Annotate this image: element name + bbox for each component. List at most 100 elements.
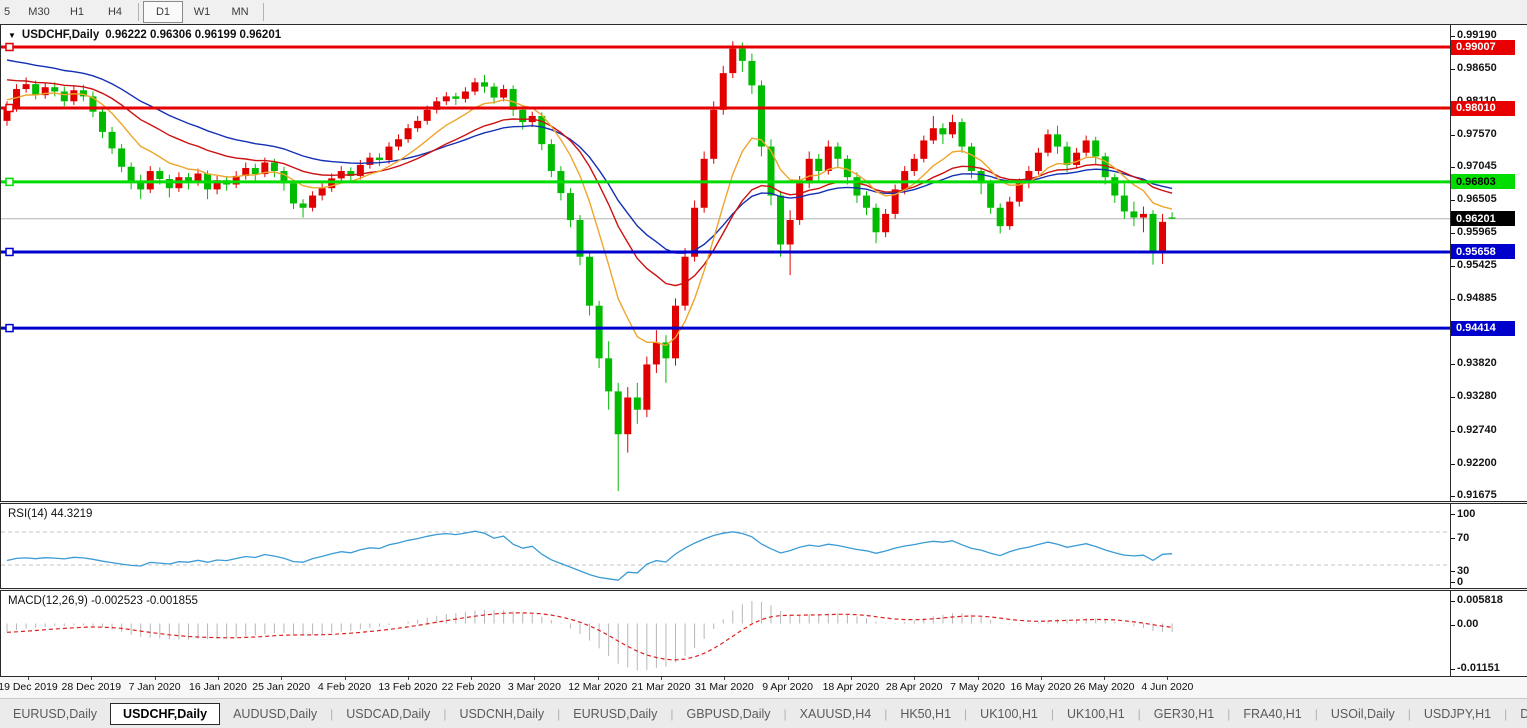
chart-tab-fra40[interactable]: FRA40,H1: [1230, 703, 1314, 725]
candle-down: [108, 131, 116, 149]
macd-tick-label: 0.005818: [1457, 593, 1503, 606]
candle-up: [442, 96, 450, 102]
timeframe-button-h4[interactable]: H4: [96, 2, 134, 22]
date-label: 21 Mar 2020: [631, 681, 691, 693]
chart-tab-usdcad[interactable]: USDCAD,Daily: [333, 703, 443, 725]
date-tick-mark: [281, 677, 283, 680]
hline-handle[interactable]: [5, 177, 14, 187]
main-chart-panel[interactable]: ▼ USDCHF,Daily 0.96222 0.96306 0.96199 0…: [0, 24, 1451, 502]
chart-tab-dj30[interactable]: DJ30,H1: [1507, 703, 1527, 725]
rsi-line: [6, 530, 1173, 581]
timeframe-button-d1[interactable]: D1: [143, 1, 183, 23]
macd-chart-canvas[interactable]: [1, 591, 1450, 676]
date-label: 4 Feb 2020: [317, 681, 372, 693]
hline-handle[interactable]: [5, 247, 14, 257]
candlestick-chart-canvas[interactable]: [1, 25, 1450, 501]
date-label: 26 May 2020: [1073, 681, 1135, 693]
chart-tab-usdjpy[interactable]: USDJPY,H1: [1411, 703, 1504, 725]
candle-up: [70, 90, 78, 102]
chart-dropdown-icon[interactable]: ▼: [8, 31, 16, 40]
date-tick-mark: [534, 677, 536, 680]
date-tick-mark: [597, 677, 599, 680]
candle-down: [1120, 195, 1128, 212]
date-label: 22 Feb 2020: [441, 681, 501, 693]
candle-up: [929, 128, 937, 141]
candle-down: [1092, 140, 1100, 157]
rsi-tick-mark: [1451, 571, 1455, 572]
candle-up: [414, 120, 422, 129]
candle-down: [1168, 217, 1176, 219]
candle-up: [1082, 140, 1090, 153]
rsi-panel[interactable]: RSI(14) 44.3219: [0, 503, 1451, 589]
chart-tab-eurusd[interactable]: EURUSD,Daily: [560, 703, 670, 725]
price-tick-mark: [1451, 299, 1455, 301]
candle-down: [1130, 211, 1138, 218]
chart-tab-gbpusd[interactable]: GBPUSD,Daily: [673, 703, 783, 725]
timeframe-button-5[interactable]: 5: [0, 2, 20, 22]
price-tick-mark: [1451, 167, 1455, 169]
price-tick-mark: [1451, 430, 1455, 432]
candle-down: [834, 146, 842, 159]
candle-down: [99, 111, 106, 132]
candle-down: [156, 171, 164, 180]
date-tick-mark: [1104, 677, 1106, 680]
candle-up: [910, 158, 918, 172]
date-tick-mark: [914, 677, 916, 680]
chart-tab-xauusd[interactable]: XAUUSD,H4: [787, 703, 885, 725]
candle-up: [824, 146, 832, 172]
price-tick-mark: [1451, 200, 1455, 202]
candle-up: [882, 213, 890, 233]
chart-tab-audusd[interactable]: AUDUSD,Daily: [220, 703, 330, 725]
timeframe-button-w1[interactable]: W1: [183, 2, 221, 22]
price-tick-label: 0.95425: [1457, 259, 1497, 272]
macd-panel[interactable]: MACD(12,26,9) -0.002523 -0.001855: [0, 590, 1451, 677]
timeframe-button-mn[interactable]: MN: [221, 2, 259, 22]
candle-down: [290, 183, 297, 204]
macd-label: MACD(12,26,9) -0.002523 -0.001855: [8, 595, 198, 607]
chart-tab-uk100[interactable]: UK100,H1: [1054, 703, 1138, 725]
date-label: 9 Apr 2020: [762, 681, 813, 693]
date-tick-mark: [787, 677, 789, 680]
chart-tab-eurusd[interactable]: EURUSD,Daily: [0, 703, 110, 725]
chart-tab-usdchf[interactable]: USDCHF,Daily: [110, 703, 221, 725]
hline-handle[interactable]: [5, 323, 14, 333]
candle-down: [251, 167, 259, 175]
rsi-tick-label: 100: [1457, 508, 1476, 520]
chart-title: ▼ USDCHF,Daily 0.96222 0.96306 0.96199 0…: [8, 29, 281, 41]
price-level-badge: 0.98010: [1451, 100, 1515, 116]
chart-tab-usoil[interactable]: USOil,Daily: [1318, 703, 1408, 725]
timeframe-button-h1[interactable]: H1: [58, 2, 96, 22]
rsi-chart-canvas[interactable]: [1, 504, 1450, 588]
price-tick-label: 0.92200: [1457, 456, 1497, 469]
date-tick-mark: [407, 677, 409, 680]
candle-down: [299, 203, 307, 208]
price-tick-label: 0.95965: [1457, 226, 1497, 239]
candle-up: [796, 183, 804, 221]
candle-down: [777, 195, 785, 245]
price-tick-label: 0.97570: [1457, 127, 1497, 140]
toolbar-separator: [138, 3, 139, 21]
date-axis[interactable]: 19 Dec 2019 28 Dec 2019 7 Jan 2020 16 Jan 2…: [0, 677, 1527, 698]
timeframe-button-m30[interactable]: M30: [20, 2, 58, 22]
price-axis[interactable]: 0.991900.986500.981100.975700.970450.965…: [1451, 24, 1527, 502]
candle-down: [1063, 146, 1071, 165]
date-label: 28 Apr 2020: [885, 681, 943, 693]
candle-up: [395, 139, 403, 147]
price-tick-mark: [1451, 134, 1455, 136]
candle-down: [51, 87, 59, 92]
chart-tab-ger30[interactable]: GER30,H1: [1141, 703, 1227, 725]
hline-handle[interactable]: [5, 42, 14, 52]
price-tick-mark: [1451, 364, 1455, 366]
price-tick-mark: [1451, 463, 1455, 465]
date-tick-mark: [154, 677, 156, 680]
date-tick-mark: [91, 677, 93, 680]
candle-down: [863, 195, 870, 208]
candle-down: [853, 177, 861, 196]
chart-tab-uk100[interactable]: UK100,H1: [967, 703, 1051, 725]
hline-handle[interactable]: [5, 103, 14, 113]
candle-up: [1006, 201, 1014, 227]
date-tick-mark: [1040, 677, 1042, 680]
chart-tab-usdcnh[interactable]: USDCNH,Daily: [446, 703, 557, 725]
candle-down: [547, 144, 555, 172]
chart-tab-hk50[interactable]: HK50,H1: [887, 703, 964, 725]
